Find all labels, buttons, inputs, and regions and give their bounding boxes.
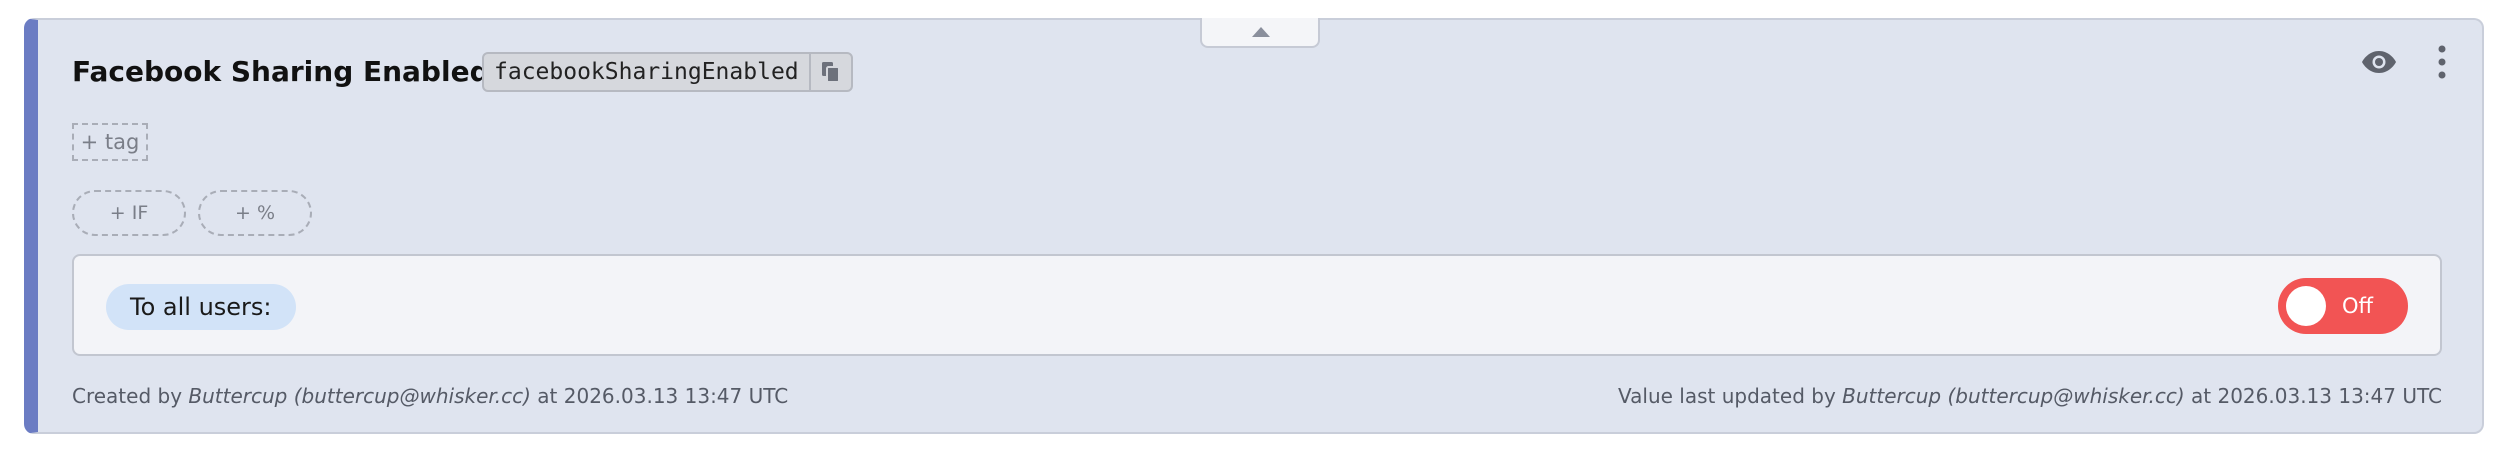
updated-by: Buttercup (buttercup@whisker.cc)	[1842, 384, 2185, 408]
toggle-knob	[2286, 286, 2326, 326]
visibility-button[interactable]	[2361, 48, 2397, 76]
toggle-state-label: Off	[2342, 294, 2373, 318]
created-prefix: Created by	[72, 384, 189, 408]
more-options-button[interactable]	[2432, 44, 2452, 80]
value-toggle[interactable]: Off	[2278, 278, 2408, 334]
created-info: Created by Buttercup (buttercup@whisker.…	[72, 382, 788, 410]
updated-prefix: Value last updated by	[1618, 384, 1843, 408]
chevron-up-icon	[1252, 27, 1270, 37]
collapse-button[interactable]	[1200, 18, 1320, 48]
created-by: Buttercup (buttercup@whisker.cc)	[188, 384, 531, 408]
updated-info: Value last updated by Buttercup (butterc…	[1618, 382, 2442, 410]
feature-key: facebookSharingEnabled	[494, 59, 799, 85]
copy-key-button[interactable]	[808, 54, 851, 90]
audience-label: To all users:	[106, 284, 296, 330]
add-condition-button[interactable]: + IF	[72, 190, 186, 236]
updated-at: at 2026.03.13 13:47 UTC	[2184, 384, 2442, 408]
rule-panel: To all users: Off	[72, 254, 2442, 356]
feature-title: Facebook Sharing Enabled	[72, 55, 490, 88]
copy-icon	[821, 62, 840, 83]
more-vertical-icon	[2438, 45, 2446, 79]
eye-icon	[2362, 51, 2396, 73]
feature-key-box: facebookSharingEnabled	[482, 52, 853, 92]
created-at: at 2026.03.13 13:47 UTC	[530, 384, 789, 408]
add-tag-button[interactable]: + tag	[72, 123, 148, 161]
add-percentage-button[interactable]: + %	[198, 190, 312, 236]
